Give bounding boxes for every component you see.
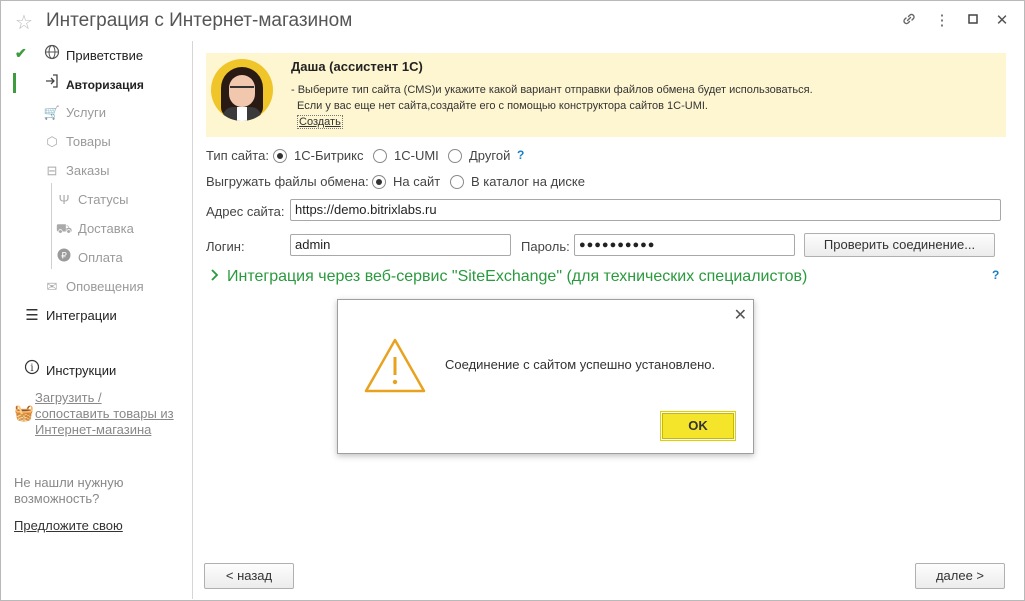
address-label: Адрес сайта: <box>206 204 285 219</box>
assistant-name: Даша (ассистент 1С) <box>291 59 423 74</box>
assistant-avatar <box>211 59 273 121</box>
radio-to-site-label[interactable]: На сайт <box>393 174 440 189</box>
sidebar-item-goods[interactable]: ⬡ Товары <box>43 131 111 153</box>
assistant-line: - Выберите тип сайта (CMS)и укажите како… <box>291 84 813 96</box>
import-link-line: Загрузить / <box>35 390 102 405</box>
radio-bitrix[interactable] <box>273 149 287 163</box>
svg-text:i: i <box>30 363 33 374</box>
suggest-link[interactable]: Предложите свою <box>14 518 123 533</box>
check-connection-button[interactable]: Проверить соединение... <box>804 233 995 257</box>
window: ☆ Интеграция с Интернет-магазином ⋮ ✕ ✔ … <box>0 0 1025 601</box>
login-input[interactable]: admin <box>290 234 511 256</box>
close-icon[interactable]: ✕ <box>734 305 747 325</box>
radio-other-label[interactable]: Другой <box>469 148 510 163</box>
not-found-text: Не нашли нужную возможность? <box>14 475 123 507</box>
radio-to-disk[interactable] <box>450 175 464 189</box>
checkmark-icon: ✔ <box>15 45 27 61</box>
sidebar-item-orders[interactable]: ⊟ Заказы <box>43 160 110 182</box>
sidebar-item-label: Интеграции <box>46 308 117 323</box>
assistant-line: Если у вас еще нет сайта,создайте его с … <box>297 100 708 112</box>
import-goods-link[interactable]: Загрузить / сопоставить товары из Интерн… <box>35 390 174 438</box>
radio-bitrix-label[interactable]: 1С-Битрикс <box>294 148 364 163</box>
sidebar-item-label: Заказы <box>66 163 110 178</box>
more-menu-icon[interactable]: ⋮ <box>932 11 952 31</box>
sidebar-item-welcome[interactable]: Приветствие <box>43 44 143 66</box>
maximize-icon[interactable] <box>963 11 983 31</box>
basket-icon: ⊟ <box>46 163 58 178</box>
link-icon[interactable] <box>899 11 919 31</box>
radio-other[interactable] <box>448 149 462 163</box>
import-link-line: сопоставить товары из <box>35 406 174 421</box>
sidebar-item-label: Приветствие <box>66 48 144 63</box>
favorite-star-icon[interactable]: ☆ <box>15 10 33 35</box>
cart-icon: 🛒 <box>43 105 61 120</box>
radio-to-site[interactable] <box>372 175 386 189</box>
title-bar: ☆ Интеграция с Интернет-магазином ⋮ ✕ <box>1 1 1024 41</box>
instructions-label: Инструкции <box>46 363 117 378</box>
password-input[interactable]: ●●●●●●●●●● <box>574 234 795 256</box>
sidebar-item-payment[interactable]: ₽ Оплата <box>55 247 123 269</box>
box-icon: ⬡ <box>46 134 58 149</box>
globe-icon <box>43 44 61 67</box>
sidebar-item-integrations[interactable]: ☰ Интеграции <box>23 305 117 327</box>
active-indicator <box>13 73 16 93</box>
sidebar-item-label: Оповещения <box>66 279 144 294</box>
sidebar-item-label: Доставка <box>78 221 134 236</box>
chevron-right-icon <box>210 268 219 286</box>
export-label: Выгружать файлы обмена: <box>206 174 369 189</box>
tree-connector <box>51 183 52 269</box>
sidebar-item-label: Статусы <box>78 192 129 207</box>
back-button[interactable]: < назад <box>204 563 294 589</box>
sidebar-item-auth[interactable]: Авторизация <box>43 73 144 95</box>
basket-upload-icon: 🧺 <box>14 405 34 422</box>
instructions-item[interactable]: i Инструкции <box>23 359 116 381</box>
sidebar-item-label: Оплата <box>78 250 123 265</box>
info-icon: i <box>23 359 41 382</box>
not-found-line: Не нашли нужную <box>14 475 124 490</box>
address-input[interactable]: https://demo.bitrixlabs.ru <box>290 199 1001 221</box>
site-type-help-icon[interactable]: ? <box>517 148 524 162</box>
radio-to-disk-label[interactable]: В каталог на диске <box>471 174 585 189</box>
next-button[interactable]: далее > <box>915 563 1005 589</box>
site-type-label: Тип сайта: <box>206 148 269 163</box>
window-title: Интеграция с Интернет-магазином <box>46 10 353 31</box>
login-icon <box>43 73 61 96</box>
envelope-icon: ✉ <box>46 279 58 294</box>
not-found-line: возможность? <box>14 491 100 506</box>
message-dialog: ✕ Соединение с сайтом успешно установлен… <box>337 299 754 454</box>
radio-umi[interactable] <box>373 149 387 163</box>
sidebar: ✔ Приветствие Авторизация 🛒 Услуги ⬡ Товар… <box>1 41 193 599</box>
sidebar-item-label: Авторизация <box>66 78 144 92</box>
sidebar-item-label: Товары <box>66 134 111 149</box>
siteexchange-collapse[interactable]: Интеграция через веб-сервис "SiteExchang… <box>210 268 807 286</box>
siteexchange-label: Интеграция через веб-сервис "SiteExchang… <box>227 268 808 285</box>
ok-button[interactable]: OK <box>660 411 736 441</box>
svg-text:₽: ₽ <box>61 252 67 262</box>
password-label: Пароль: <box>521 239 570 254</box>
sidebar-item-notifications[interactable]: ✉ Оповещения <box>43 276 144 298</box>
siteexchange-help-icon[interactable]: ? <box>992 268 999 282</box>
close-icon[interactable]: ✕ <box>992 11 1012 31</box>
assistant-banner: Даша (ассистент 1С) - Выберите тип сайта… <box>206 53 1006 137</box>
import-link-line: Интернет-магазина <box>35 422 152 437</box>
radio-umi-label[interactable]: 1С-UMI <box>394 148 439 163</box>
assistant-message: - Выберите тип сайта (CMS)и укажите како… <box>291 82 813 114</box>
sidebar-item-services[interactable]: 🛒 Услуги <box>43 102 106 124</box>
sidebar-item-delivery[interactable]: ⛟ Доставка <box>55 218 134 240</box>
ruble-coin-icon: ₽ <box>55 247 73 269</box>
hamburger-icon: ☰ <box>25 307 39 324</box>
warning-icon <box>363 337 427 398</box>
truck-icon: ⛟ <box>55 221 73 236</box>
dialog-message: Соединение с сайтом успешно установлено. <box>445 357 716 372</box>
trident-icon: Ψ <box>58 192 70 207</box>
create-site-link[interactable]: Создать <box>297 115 343 129</box>
login-label: Логин: <box>206 239 245 254</box>
sidebar-item-statuses[interactable]: Ψ Статусы <box>55 189 129 211</box>
sidebar-item-label: Услуги <box>66 105 106 120</box>
